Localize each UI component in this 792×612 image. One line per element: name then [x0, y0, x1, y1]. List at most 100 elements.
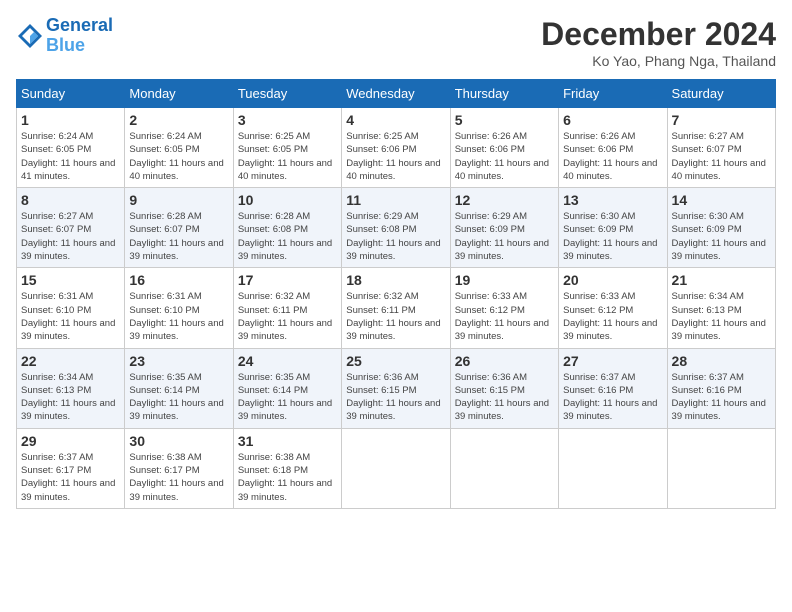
calendar-table: SundayMondayTuesdayWednesdayThursdayFrid…	[16, 79, 776, 509]
day-info: Sunrise: 6:31 AM Sunset: 6:10 PM Dayligh…	[129, 290, 228, 343]
calendar-cell: 17 Sunrise: 6:32 AM Sunset: 6:11 PM Dayl…	[233, 268, 341, 348]
day-info: Sunrise: 6:37 AM Sunset: 6:17 PM Dayligh…	[21, 451, 120, 504]
day-number: 1	[21, 112, 120, 128]
calendar-cell: 20 Sunrise: 6:33 AM Sunset: 6:12 PM Dayl…	[559, 268, 667, 348]
calendar-cell: 24 Sunrise: 6:35 AM Sunset: 6:14 PM Dayl…	[233, 348, 341, 428]
day-number: 13	[563, 192, 662, 208]
day-number: 22	[21, 353, 120, 369]
calendar-cell: 8 Sunrise: 6:27 AM Sunset: 6:07 PM Dayli…	[17, 188, 125, 268]
header-sunday: Sunday	[17, 80, 125, 108]
calendar-row: 29 Sunrise: 6:37 AM Sunset: 6:17 PM Dayl…	[17, 428, 776, 508]
day-number: 31	[238, 433, 337, 449]
day-number: 9	[129, 192, 228, 208]
day-info: Sunrise: 6:37 AM Sunset: 6:16 PM Dayligh…	[563, 371, 662, 424]
day-info: Sunrise: 6:30 AM Sunset: 6:09 PM Dayligh…	[563, 210, 662, 263]
calendar-cell: 9 Sunrise: 6:28 AM Sunset: 6:07 PM Dayli…	[125, 188, 233, 268]
day-number: 6	[563, 112, 662, 128]
calendar-row: 15 Sunrise: 6:31 AM Sunset: 6:10 PM Dayl…	[17, 268, 776, 348]
day-info: Sunrise: 6:31 AM Sunset: 6:10 PM Dayligh…	[21, 290, 120, 343]
day-info: Sunrise: 6:26 AM Sunset: 6:06 PM Dayligh…	[455, 130, 554, 183]
calendar-cell: 7 Sunrise: 6:27 AM Sunset: 6:07 PM Dayli…	[667, 108, 775, 188]
day-number: 15	[21, 272, 120, 288]
month-title: December 2024	[541, 16, 776, 53]
calendar-cell: 1 Sunrise: 6:24 AM Sunset: 6:05 PM Dayli…	[17, 108, 125, 188]
day-number: 23	[129, 353, 228, 369]
logo: General Blue	[16, 16, 113, 56]
calendar-cell	[450, 428, 558, 508]
day-info: Sunrise: 6:35 AM Sunset: 6:14 PM Dayligh…	[238, 371, 337, 424]
header-saturday: Saturday	[667, 80, 775, 108]
calendar-cell: 28 Sunrise: 6:37 AM Sunset: 6:16 PM Dayl…	[667, 348, 775, 428]
day-info: Sunrise: 6:37 AM Sunset: 6:16 PM Dayligh…	[672, 371, 771, 424]
calendar-header-row: SundayMondayTuesdayWednesdayThursdayFrid…	[17, 80, 776, 108]
calendar-row: 8 Sunrise: 6:27 AM Sunset: 6:07 PM Dayli…	[17, 188, 776, 268]
day-number: 5	[455, 112, 554, 128]
day-number: 28	[672, 353, 771, 369]
title-section: December 2024 Ko Yao, Phang Nga, Thailan…	[541, 16, 776, 69]
day-info: Sunrise: 6:25 AM Sunset: 6:05 PM Dayligh…	[238, 130, 337, 183]
day-info: Sunrise: 6:36 AM Sunset: 6:15 PM Dayligh…	[455, 371, 554, 424]
day-info: Sunrise: 6:34 AM Sunset: 6:13 PM Dayligh…	[21, 371, 120, 424]
header-thursday: Thursday	[450, 80, 558, 108]
calendar-cell: 12 Sunrise: 6:29 AM Sunset: 6:09 PM Dayl…	[450, 188, 558, 268]
day-number: 18	[346, 272, 445, 288]
location: Ko Yao, Phang Nga, Thailand	[541, 53, 776, 69]
day-info: Sunrise: 6:29 AM Sunset: 6:08 PM Dayligh…	[346, 210, 445, 263]
calendar-cell	[667, 428, 775, 508]
logo-icon	[16, 22, 44, 50]
day-number: 17	[238, 272, 337, 288]
day-number: 12	[455, 192, 554, 208]
day-number: 7	[672, 112, 771, 128]
day-number: 30	[129, 433, 228, 449]
day-number: 19	[455, 272, 554, 288]
calendar-cell: 30 Sunrise: 6:38 AM Sunset: 6:17 PM Dayl…	[125, 428, 233, 508]
calendar-cell: 18 Sunrise: 6:32 AM Sunset: 6:11 PM Dayl…	[342, 268, 450, 348]
calendar-cell: 22 Sunrise: 6:34 AM Sunset: 6:13 PM Dayl…	[17, 348, 125, 428]
day-number: 24	[238, 353, 337, 369]
day-number: 26	[455, 353, 554, 369]
calendar-cell: 25 Sunrise: 6:36 AM Sunset: 6:15 PM Dayl…	[342, 348, 450, 428]
calendar-cell: 26 Sunrise: 6:36 AM Sunset: 6:15 PM Dayl…	[450, 348, 558, 428]
day-info: Sunrise: 6:34 AM Sunset: 6:13 PM Dayligh…	[672, 290, 771, 343]
calendar-cell: 15 Sunrise: 6:31 AM Sunset: 6:10 PM Dayl…	[17, 268, 125, 348]
day-number: 16	[129, 272, 228, 288]
day-info: Sunrise: 6:33 AM Sunset: 6:12 PM Dayligh…	[563, 290, 662, 343]
calendar-cell: 14 Sunrise: 6:30 AM Sunset: 6:09 PM Dayl…	[667, 188, 775, 268]
calendar-cell: 3 Sunrise: 6:25 AM Sunset: 6:05 PM Dayli…	[233, 108, 341, 188]
day-info: Sunrise: 6:38 AM Sunset: 6:18 PM Dayligh…	[238, 451, 337, 504]
calendar-cell: 6 Sunrise: 6:26 AM Sunset: 6:06 PM Dayli…	[559, 108, 667, 188]
day-info: Sunrise: 6:32 AM Sunset: 6:11 PM Dayligh…	[346, 290, 445, 343]
day-number: 2	[129, 112, 228, 128]
calendar-cell	[342, 428, 450, 508]
day-number: 27	[563, 353, 662, 369]
day-number: 21	[672, 272, 771, 288]
day-info: Sunrise: 6:27 AM Sunset: 6:07 PM Dayligh…	[21, 210, 120, 263]
day-number: 20	[563, 272, 662, 288]
day-info: Sunrise: 6:33 AM Sunset: 6:12 PM Dayligh…	[455, 290, 554, 343]
page-header: General Blue December 2024 Ko Yao, Phang…	[16, 16, 776, 69]
calendar-cell: 5 Sunrise: 6:26 AM Sunset: 6:06 PM Dayli…	[450, 108, 558, 188]
day-number: 4	[346, 112, 445, 128]
day-info: Sunrise: 6:35 AM Sunset: 6:14 PM Dayligh…	[129, 371, 228, 424]
day-info: Sunrise: 6:28 AM Sunset: 6:08 PM Dayligh…	[238, 210, 337, 263]
day-number: 10	[238, 192, 337, 208]
day-number: 25	[346, 353, 445, 369]
calendar-cell: 31 Sunrise: 6:38 AM Sunset: 6:18 PM Dayl…	[233, 428, 341, 508]
day-number: 29	[21, 433, 120, 449]
header-monday: Monday	[125, 80, 233, 108]
calendar-cell	[559, 428, 667, 508]
calendar-cell: 19 Sunrise: 6:33 AM Sunset: 6:12 PM Dayl…	[450, 268, 558, 348]
calendar-cell: 13 Sunrise: 6:30 AM Sunset: 6:09 PM Dayl…	[559, 188, 667, 268]
logo-text: General Blue	[46, 16, 113, 56]
calendar-cell: 16 Sunrise: 6:31 AM Sunset: 6:10 PM Dayl…	[125, 268, 233, 348]
day-info: Sunrise: 6:26 AM Sunset: 6:06 PM Dayligh…	[563, 130, 662, 183]
day-info: Sunrise: 6:32 AM Sunset: 6:11 PM Dayligh…	[238, 290, 337, 343]
day-info: Sunrise: 6:36 AM Sunset: 6:15 PM Dayligh…	[346, 371, 445, 424]
calendar-cell: 27 Sunrise: 6:37 AM Sunset: 6:16 PM Dayl…	[559, 348, 667, 428]
day-info: Sunrise: 6:24 AM Sunset: 6:05 PM Dayligh…	[129, 130, 228, 183]
calendar-row: 1 Sunrise: 6:24 AM Sunset: 6:05 PM Dayli…	[17, 108, 776, 188]
day-number: 14	[672, 192, 771, 208]
day-info: Sunrise: 6:28 AM Sunset: 6:07 PM Dayligh…	[129, 210, 228, 263]
calendar-cell: 23 Sunrise: 6:35 AM Sunset: 6:14 PM Dayl…	[125, 348, 233, 428]
calendar-cell: 11 Sunrise: 6:29 AM Sunset: 6:08 PM Dayl…	[342, 188, 450, 268]
